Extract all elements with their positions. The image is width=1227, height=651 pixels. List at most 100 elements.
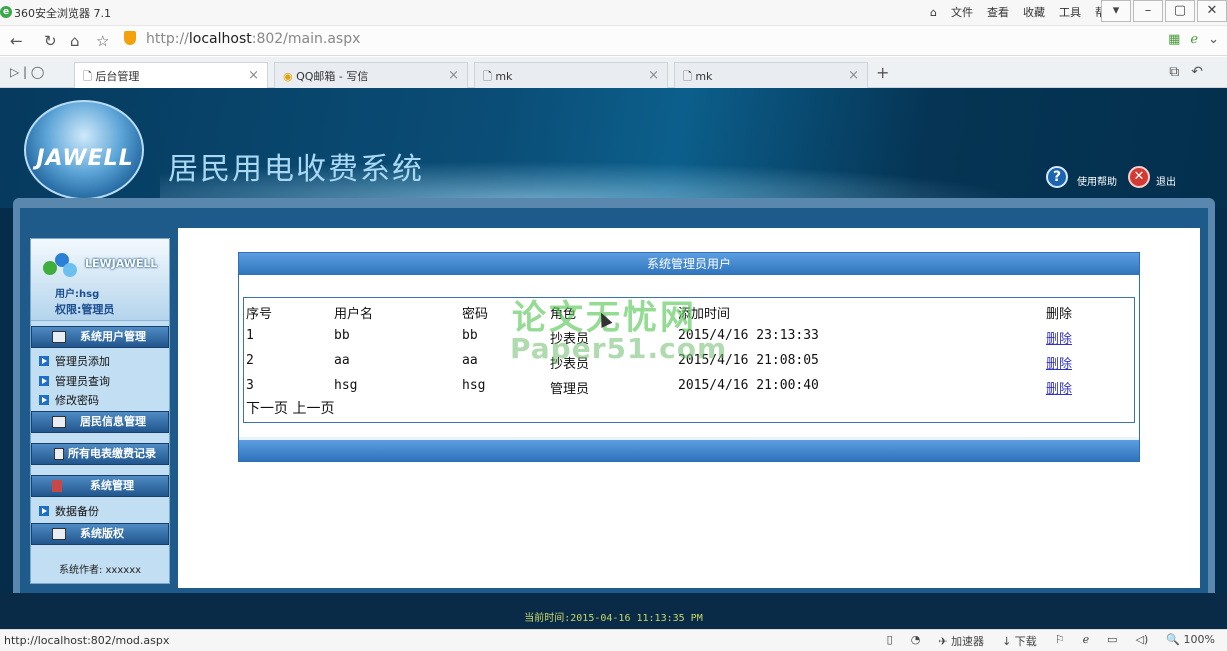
download-label: 下载 <box>1014 635 1037 648</box>
menu-resident-info[interactable]: 居民信息管理 <box>31 411 169 433</box>
menu-favorites[interactable]: 收藏 <box>1023 4 1045 20</box>
menu-head-label: 系统版权 <box>80 527 124 540</box>
ie-icon[interactable]: ℯ <box>1083 633 1090 649</box>
book-icon <box>54 448 64 460</box>
help-icon[interactable]: ? <box>1046 166 1068 188</box>
menu-all-payments[interactable]: 所有电表缴费记录 <box>31 443 169 465</box>
browser-titlebar: e 360安全浏览器 7.1 ⌂ 文件 查看 收藏 工具 帮助 ▾ – ▢ ✕ <box>0 0 1227 26</box>
current-role: 权限:管理员 <box>55 303 115 316</box>
menu-tools[interactable]: 工具 <box>1059 4 1081 20</box>
logo-text: JAWELL <box>36 146 134 171</box>
menu-system-users[interactable]: 系统用户管理 <box>31 326 169 348</box>
back-icon[interactable]: ← <box>10 32 23 50</box>
download-button[interactable]: ↓ 下载 <box>1002 633 1037 649</box>
chevron-down-icon[interactable]: ⌄ <box>1208 32 1219 47</box>
close-icon[interactable]: × <box>248 68 259 83</box>
close-icon[interactable]: × <box>848 68 859 83</box>
users-icon <box>41 251 77 277</box>
window-icon[interactable]: ▭ <box>1107 633 1117 649</box>
cell-password: bb <box>462 328 478 343</box>
flag-icon[interactable]: ⚐ <box>1055 633 1065 649</box>
sidebar-toggle-icon[interactable]: ▷ | ◯ <box>10 65 44 79</box>
col-username: 用户名 <box>334 307 374 322</box>
help-link[interactable]: 使用帮助 <box>1077 173 1117 188</box>
menu-file[interactable]: 文件 <box>951 4 973 20</box>
url-input[interactable]: http://localhost:802/main.aspx <box>146 31 360 47</box>
menu-view[interactable]: 查看 <box>987 4 1009 20</box>
skin-icon[interactable]: ▾ <box>1101 0 1131 22</box>
new-tab-icon[interactable]: + <box>876 63 889 82</box>
zoom-level[interactable]: 🔍 100% <box>1166 633 1215 649</box>
address-actions: ▦ ℯ ⌄ <box>1168 32 1219 47</box>
menu-item-change-password[interactable]: 修改密码 <box>39 392 99 408</box>
close-button[interactable]: ✕ <box>1197 0 1227 22</box>
undo-icon[interactable]: ↶ <box>1191 64 1215 80</box>
menu-item-label: 修改密码 <box>55 394 99 407</box>
menu-head-label: 系统管理 <box>90 479 134 492</box>
menu-head-label: 居民信息管理 <box>80 415 146 428</box>
delete-link[interactable]: 删除 <box>1046 353 1072 372</box>
cell-username: hsg <box>334 378 358 393</box>
exit-icon[interactable]: ✕ <box>1128 166 1150 188</box>
maximize-button[interactable]: ▢ <box>1165 0 1195 22</box>
browser-logo-icon: e <box>0 6 12 18</box>
tab-label: mk <box>695 70 713 83</box>
home-icon[interactable]: ⌂ <box>70 32 80 50</box>
main-content: 系统管理员用户 序号 用户名 密码 角色 添加时间 删除 1 bb bb 抄表员… <box>178 228 1200 588</box>
watermark-url: Paper51.com <box>510 332 728 365</box>
ie-mode-icon[interactable]: ℯ <box>1190 32 1198 47</box>
tab-qqmail[interactable]: ◉ QQ邮箱 - 写信 × <box>274 62 468 88</box>
folder-icon <box>52 528 66 540</box>
chrome-icon: ◉ <box>283 70 297 83</box>
delete-link[interactable]: 删除 <box>1046 328 1072 347</box>
address-bar: ← ↻ ⌂ ☆ http://localhost:802/main.aspx ▦… <box>0 26 1227 56</box>
exit-link[interactable]: 退出 <box>1156 173 1176 188</box>
cell-username: bb <box>334 328 350 343</box>
menu-item-label: 管理员查询 <box>55 375 110 388</box>
cell-index: 1 <box>246 328 254 343</box>
status-bar: http://localhost:802/mod.aspx ▯ ◔ ✈ 加速器 … <box>0 629 1227 651</box>
volume-icon[interactable]: ◁) <box>1136 633 1149 649</box>
page-footer: 当前时间:2015-04-16 11:13:35 PM <box>0 593 1227 629</box>
tab-admin[interactable]: 🗋 后台管理 × <box>74 62 268 88</box>
cell-index: 3 <box>246 378 254 393</box>
menu-item-query-admin[interactable]: 管理员查询 <box>39 373 110 389</box>
current-user: 用户:hsg <box>55 289 100 300</box>
restore-tab-icon[interactable]: ⧉ <box>1169 64 1191 80</box>
close-icon[interactable]: × <box>648 68 659 83</box>
accelerator-label: 加速器 <box>951 635 985 648</box>
panel-title: 系统管理员用户 <box>239 253 1139 275</box>
speed-icon[interactable]: ◔ <box>911 633 921 649</box>
menu-copyright[interactable]: 系统版权 <box>31 523 169 545</box>
next-page-link[interactable]: 下一页 <box>246 401 288 417</box>
cell-password: hsg <box>462 378 486 393</box>
close-icon[interactable]: × <box>448 68 459 83</box>
menu-item-backup[interactable]: 数据备份 <box>39 503 99 519</box>
star-icon[interactable]: ☆ <box>96 32 109 50</box>
menu-system-management[interactable]: 系统管理 <box>31 475 169 497</box>
table-row: 3 hsg hsg 管理员 2015/4/16 21:00:40 删除 <box>244 373 1134 398</box>
col-password: 密码 <box>462 307 489 322</box>
phone-icon[interactable]: ▯ <box>887 633 893 649</box>
tab-actions: ⧉↶ <box>1169 64 1215 80</box>
cell-username: aa <box>334 353 350 368</box>
qr-icon[interactable]: ▦ <box>1168 32 1180 47</box>
user-icon[interactable]: ⌂ <box>930 6 937 19</box>
tab-mk-1[interactable]: 🗋 mk × <box>474 62 668 88</box>
accelerator-button[interactable]: ✈ 加速器 <box>938 633 984 649</box>
arrow-icon <box>39 356 49 366</box>
cell-added-time: 2015/4/16 21:00:40 <box>678 378 819 393</box>
folder-icon <box>52 331 66 343</box>
prev-page-link[interactable]: 上一页 <box>292 401 334 417</box>
menu-item-add-admin[interactable]: 管理员添加 <box>39 353 110 369</box>
status-url: http://localhost:802/mod.aspx <box>4 634 170 647</box>
cell-role: 管理员 <box>550 382 590 397</box>
tab-mk-2[interactable]: 🗋 mk × <box>674 62 868 88</box>
minimize-button[interactable]: – <box>1133 0 1163 22</box>
delete-link[interactable]: 删除 <box>1046 378 1072 397</box>
author-info: 系统作者: xxxxxx <box>58 565 142 576</box>
refresh-icon[interactable]: ↻ <box>44 32 57 50</box>
zoom-label: 100% <box>1183 633 1215 646</box>
page-icon: 🗋 <box>683 70 696 83</box>
cell-password: aa <box>462 353 478 368</box>
